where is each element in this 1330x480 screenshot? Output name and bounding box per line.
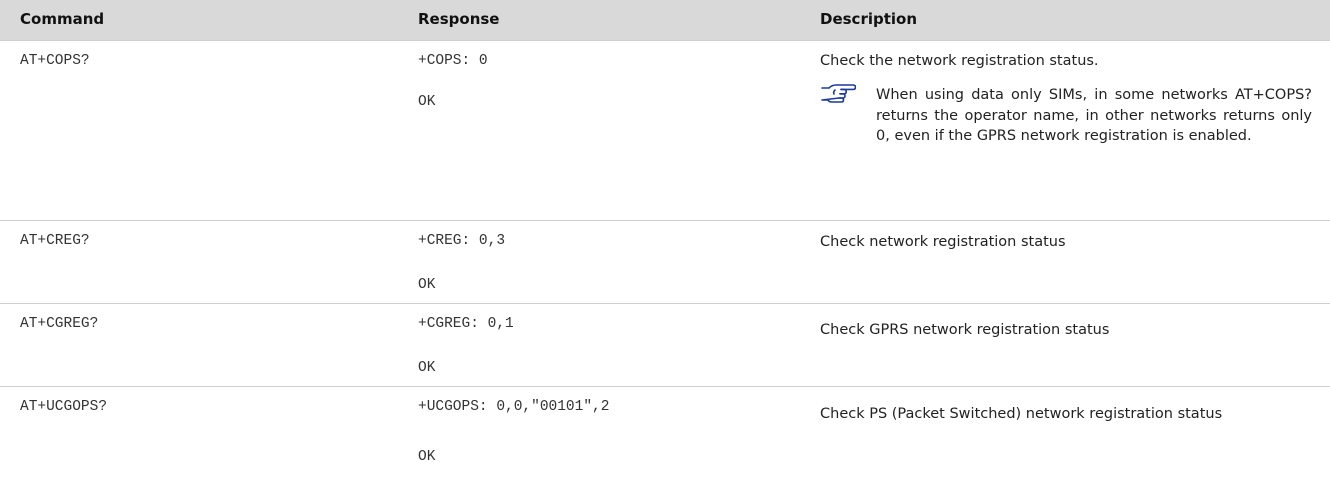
- response-ok: OK: [418, 360, 436, 376]
- command-cell: AT+COPS?: [20, 53, 90, 69]
- note-text: When using data only SIMs, in some netwo…: [876, 87, 1312, 144]
- command-cell: AT+CREG?: [20, 233, 90, 249]
- table-header: Command Response Description: [0, 0, 1330, 40]
- response-cell: +COPS: 0: [418, 53, 488, 69]
- response-ok: OK: [418, 277, 436, 293]
- description-cell: Check GPRS network registration status: [820, 322, 1110, 338]
- table-row: AT+UCGOPS? +UCGOPS: 0,0,"00101",2 OK Che…: [0, 386, 1330, 479]
- header-description: Description: [820, 10, 918, 28]
- response-cell: +CGREG: 0,1: [418, 316, 514, 332]
- description-cell: Check network registration status: [820, 234, 1066, 250]
- response-cell: +CREG: 0,3: [418, 233, 506, 249]
- response-ok: OK: [418, 94, 436, 110]
- header-response: Response: [418, 10, 500, 28]
- pointing-hand-icon: [821, 84, 856, 103]
- response-ok: OK: [418, 449, 436, 465]
- response-cell: +UCGOPS: 0,0,"00101",2: [418, 399, 610, 415]
- description-cell: Check PS (Packet Switched) network regis…: [820, 406, 1223, 422]
- header-command: Command: [20, 10, 105, 28]
- description-cell: Check the network registration status.: [820, 53, 1099, 69]
- table-row: AT+CREG? +CREG: 0,3 OK Check network reg…: [0, 220, 1330, 303]
- table-row: AT+COPS? +COPS: 0 OK Check the network r…: [0, 40, 1330, 220]
- command-cell: AT+CGREG?: [20, 316, 99, 332]
- command-cell: AT+UCGOPS?: [20, 399, 108, 415]
- at-command-table: Command Response Description AT+COPS? +C…: [0, 0, 1330, 479]
- table-row: AT+CGREG? +CGREG: 0,1 OK Check GPRS netw…: [0, 303, 1330, 386]
